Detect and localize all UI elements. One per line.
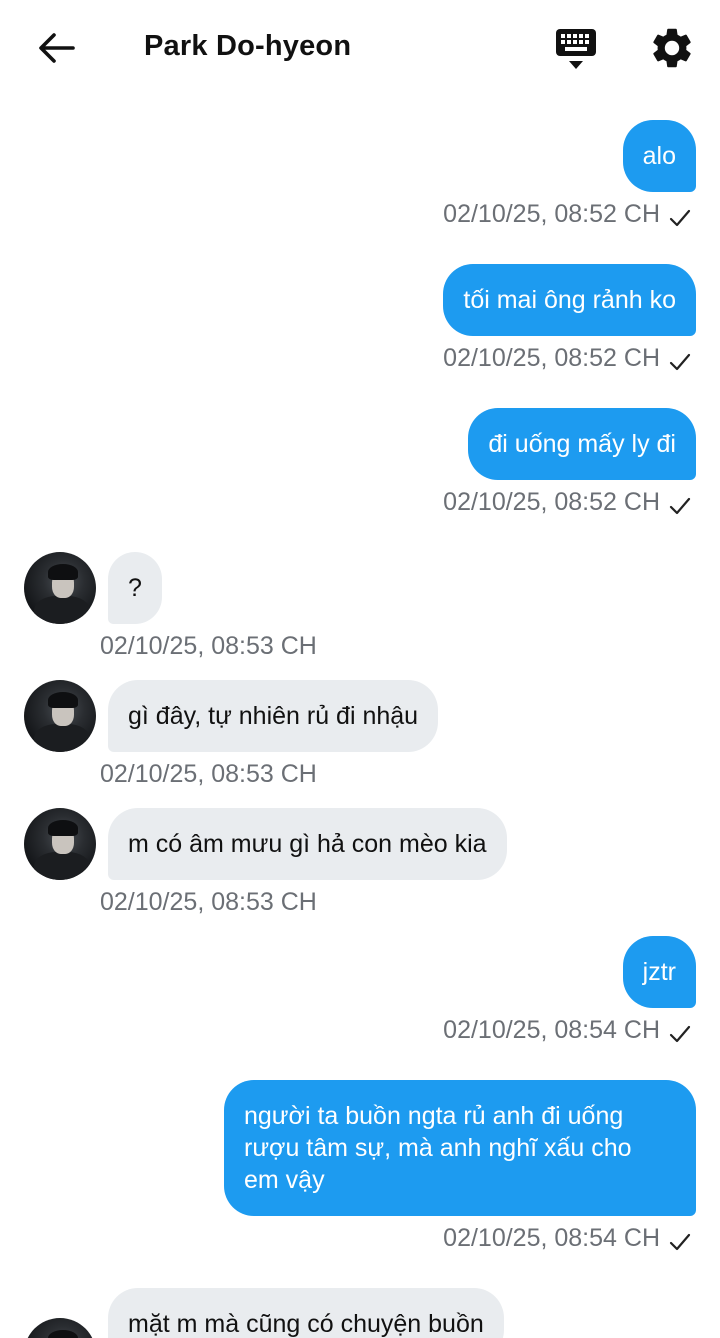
gear-icon (653, 28, 691, 68)
message-list[interactable]: alo 02/10/25, 08:52 CH tối mai ông rảnh … (0, 96, 720, 1338)
incoming-message-bubble[interactable]: m có âm mưu gì hả con mèo kia (108, 808, 507, 880)
contact-avatar[interactable] (24, 808, 96, 880)
message-timestamp: 02/10/25, 08:53 CH (100, 888, 317, 916)
contact-avatar[interactable] (24, 680, 96, 752)
chat-screen: Park Do-hyeon alo 02/10/25, 08:52 CH tối… (0, 0, 720, 1338)
keyboard-button[interactable] (552, 26, 600, 72)
avatar-hair-shape (48, 1330, 78, 1338)
avatar-hair-shape (48, 692, 78, 708)
avatar-body-shape (34, 724, 90, 752)
check-icon (669, 1025, 691, 1043)
outgoing-message-bubble[interactable]: đi uống mấy ly đi (468, 408, 696, 480)
settings-button[interactable] (648, 24, 696, 72)
check-icon (669, 497, 691, 515)
check-icon (669, 209, 691, 227)
outgoing-message-bubble[interactable]: alo (622, 120, 696, 192)
incoming-message-bubble[interactable]: ? (108, 552, 162, 624)
outgoing-message-bubble[interactable]: người ta buồn ngta rủ anh đi uống rượu t… (224, 1080, 696, 1216)
avatar-hair-shape (48, 820, 78, 836)
chat-header: Park Do-hyeon (0, 0, 720, 96)
contact-avatar[interactable] (24, 552, 96, 624)
message-timestamp: 02/10/25, 08:54 CH (443, 1224, 660, 1252)
outgoing-message-bubble[interactable]: jztr (622, 936, 696, 1008)
avatar-hair-shape (48, 564, 78, 580)
message-timestamp: 02/10/25, 08:52 CH (443, 488, 660, 516)
avatar-body-shape (34, 852, 90, 880)
conversation-title: Park Do-hyeon (144, 30, 352, 62)
message-timestamp: 02/10/25, 08:53 CH (100, 760, 317, 788)
back-button[interactable] (34, 28, 78, 68)
arrow-left-icon (39, 33, 75, 63)
check-icon (669, 1233, 691, 1251)
message-timestamp: 02/10/25, 08:53 CH (100, 632, 317, 660)
check-icon (669, 353, 691, 371)
keyboard-icon (556, 29, 596, 69)
avatar-body-shape (34, 596, 90, 624)
message-timestamp: 02/10/25, 08:52 CH (443, 200, 660, 228)
message-timestamp: 02/10/25, 08:52 CH (443, 344, 660, 372)
outgoing-message-bubble[interactable]: tối mai ông rảnh ko (443, 264, 696, 336)
incoming-message-bubble[interactable]: gì đây, tự nhiên rủ đi nhậu (108, 680, 439, 752)
message-timestamp: 02/10/25, 08:54 CH (443, 1016, 660, 1044)
contact-avatar[interactable] (24, 1318, 96, 1338)
incoming-message-bubble[interactable]: mặt m mà cũng có chuyện buồn (108, 1288, 504, 1338)
